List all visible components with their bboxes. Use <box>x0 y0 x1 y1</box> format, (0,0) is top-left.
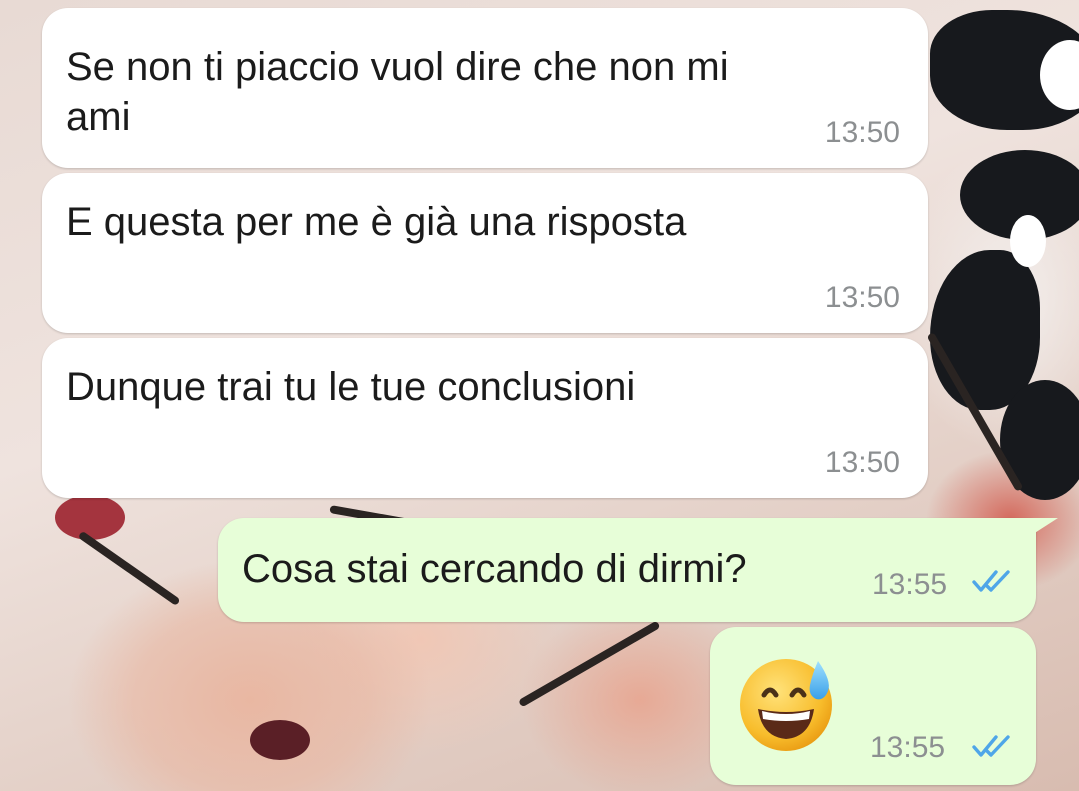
message-timestamp: 13:50 <box>824 116 900 149</box>
outgoing-emoji-bubble[interactable]: 13:55 <box>710 627 1036 785</box>
incoming-message-bubble[interactable]: Dunque trai tu le tue conclusioni 13:50 <box>42 338 928 498</box>
double-check-read-icon <box>972 735 1010 757</box>
message-timestamp: 13:50 <box>824 446 900 479</box>
grinning-face-with-sweat-emoji <box>740 659 832 751</box>
message-text: Dunque trai tu le tue conclusioni <box>66 365 636 409</box>
incoming-message-bubble[interactable]: Se non ti piaccio vuol dire che non mi a… <box>42 8 928 168</box>
outgoing-message-bubble[interactable]: Cosa stai cercando di dirmi? 13:55 <box>218 518 1036 622</box>
message-timestamp: 13:55 <box>872 568 948 601</box>
outgoing-bubble-tail <box>1030 518 1058 536</box>
message-text: E questa per me è già una risposta <box>66 200 687 244</box>
message-timestamp: 13:55 <box>870 731 946 764</box>
message-text: Se non ti piaccio vuol dire che non mi <box>66 45 729 89</box>
message-text: Cosa stai cercando di dirmi? <box>242 547 747 591</box>
message-text-continued: ami <box>66 95 131 139</box>
incoming-message-bubble[interactable]: E questa per me è già una risposta 13:50 <box>42 173 928 333</box>
double-check-read-icon <box>972 570 1010 592</box>
message-timestamp: 13:50 <box>824 281 900 314</box>
